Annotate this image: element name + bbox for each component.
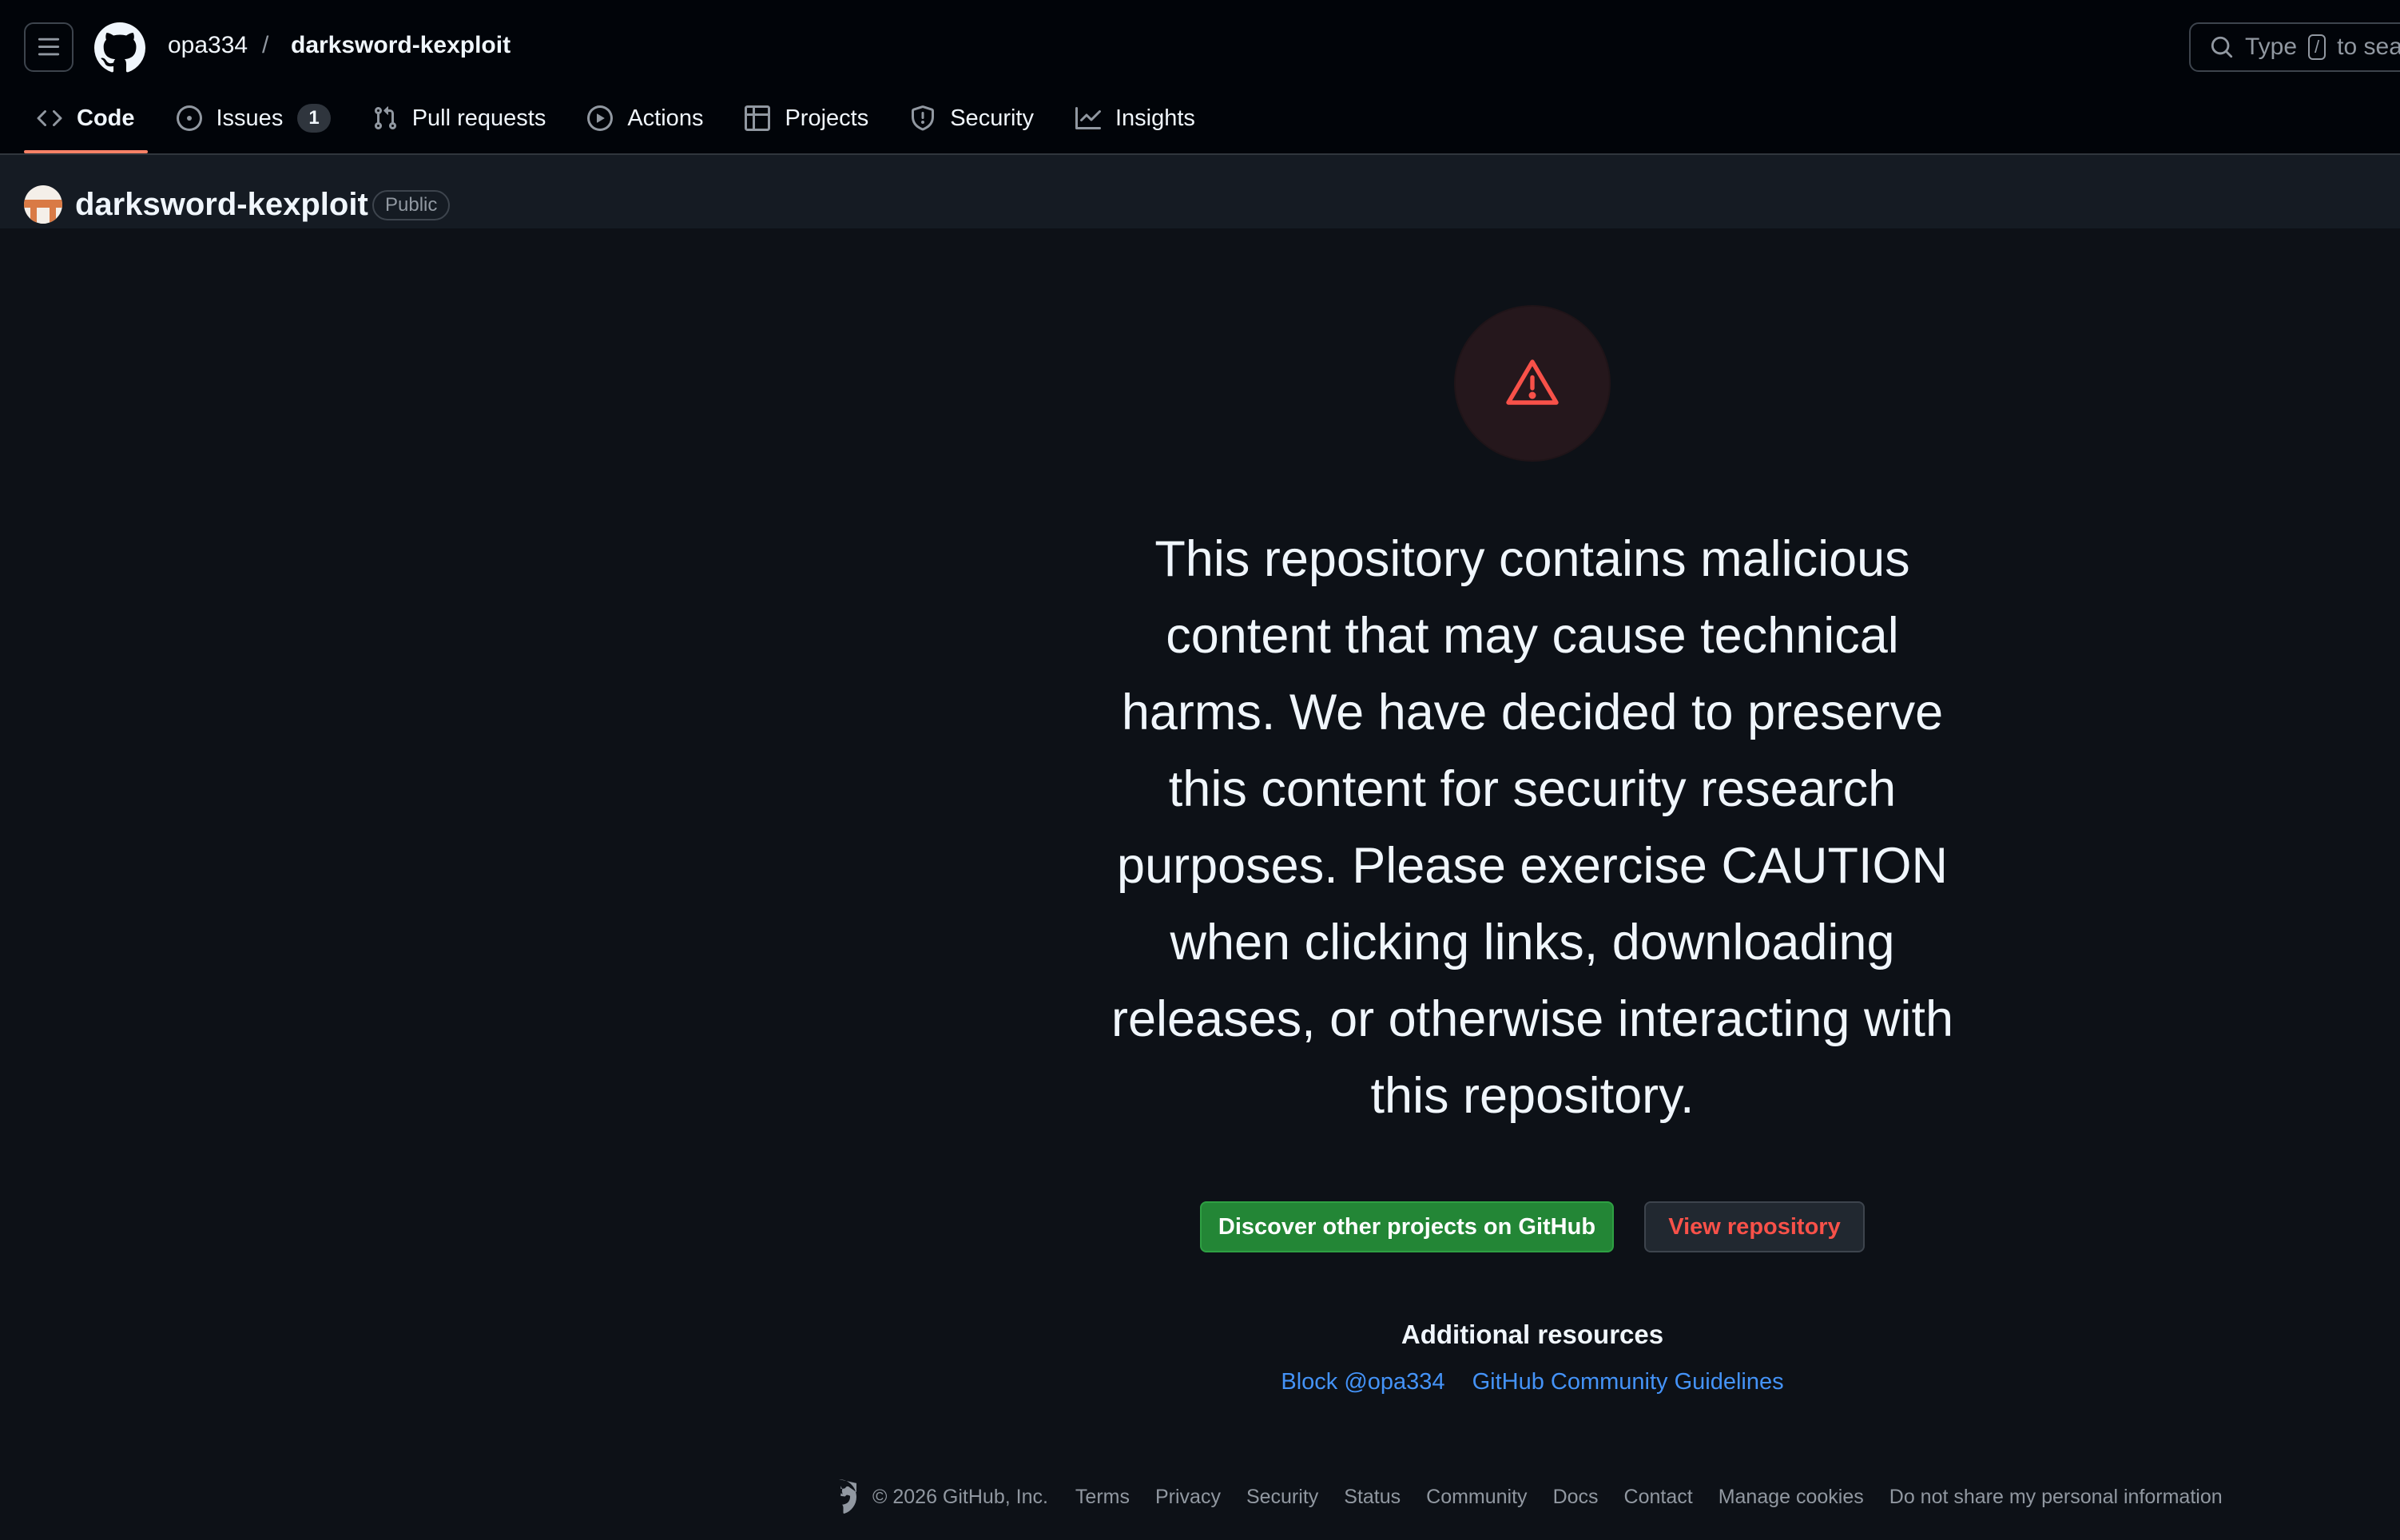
- search-icon: [2211, 36, 2233, 58]
- global-header: opa334 / darksword-kexploit Type / to se…: [0, 0, 2400, 155]
- issues-count-badge: 1: [297, 104, 331, 133]
- discover-projects-button[interactable]: Discover other projects on GitHub: [1200, 1201, 1614, 1252]
- github-mark-icon[interactable]: [821, 1479, 856, 1514]
- tab-security[interactable]: Security: [897, 89, 1047, 147]
- play-icon: [587, 105, 614, 131]
- issue-opened-icon: [176, 105, 202, 131]
- breadcrumb-separator: /: [262, 32, 269, 58]
- tab-projects[interactable]: Projects: [732, 89, 881, 147]
- footer-link-terms[interactable]: Terms: [1075, 1486, 1130, 1509]
- visibility-badge: Public: [372, 190, 451, 220]
- footer-link-status[interactable]: Status: [1344, 1486, 1401, 1509]
- repo-title[interactable]: darksword-kexploit: [75, 187, 368, 223]
- footer-link-do-not-share[interactable]: Do not share my personal information: [1889, 1486, 2223, 1509]
- footer-copyright: © 2026 GitHub, Inc.: [872, 1485, 1048, 1508]
- footer-link-privacy[interactable]: Privacy: [1155, 1486, 1221, 1509]
- warning-badge: [1456, 307, 1609, 460]
- hamburger-icon: [38, 38, 60, 56]
- code-icon: [37, 109, 62, 127]
- tab-security-label: Security: [950, 105, 1034, 131]
- search-placeholder-suffix: to search: [2337, 34, 2400, 60]
- tab-pull-requests[interactable]: Pull requests: [360, 89, 559, 147]
- shield-icon: [912, 105, 935, 131]
- repo-title-bar: darksword-kexploit: [0, 155, 2400, 228]
- breadcrumb-owner[interactable]: opa334: [168, 32, 248, 59]
- graph-icon: [1075, 107, 1101, 129]
- additional-resources-links: Block @opa334 GitHub Community Guideline…: [1198, 1369, 1866, 1395]
- tab-actions-label: Actions: [627, 105, 704, 131]
- tab-insights-label: Insights: [1115, 105, 1195, 131]
- malicious-content-warning: This repository contains malicious conte…: [1111, 531, 1953, 1124]
- search-placeholder-prefix: Type: [2245, 34, 2298, 60]
- tab-code-label: Code: [77, 105, 135, 131]
- owner-avatar[interactable]: [24, 185, 62, 224]
- footer-link-docs[interactable]: Docs: [1553, 1486, 1599, 1509]
- tab-projects-label: Projects: [785, 105, 869, 131]
- tab-actions[interactable]: Actions: [574, 89, 716, 147]
- footer-link-community[interactable]: Community: [1426, 1486, 1527, 1509]
- table-icon: [745, 105, 771, 131]
- search-shortcut-key: /: [2308, 34, 2326, 60]
- view-repository-button[interactable]: View repository: [1644, 1201, 1865, 1252]
- git-pull-request-icon: [374, 106, 396, 130]
- footer-link-contact[interactable]: Contact: [1624, 1486, 1693, 1509]
- additional-resources-heading: Additional resources: [1401, 1320, 1664, 1349]
- avatar-image-icon: [24, 185, 62, 224]
- page-footer: © 2026 GitHub, Inc. Terms Privacy Securi…: [821, 1478, 2248, 1516]
- tab-pull-requests-label: Pull requests: [411, 105, 546, 131]
- tab-insights[interactable]: Insights: [1063, 89, 1208, 147]
- footer-link-security[interactable]: Security: [1246, 1486, 1318, 1509]
- alert-icon: [1506, 359, 1559, 405]
- menu-button[interactable]: [24, 22, 74, 72]
- tab-issues-label: Issues: [216, 105, 284, 131]
- tab-issues[interactable]: Issues 1: [164, 89, 344, 147]
- community-guidelines-link[interactable]: GitHub Community Guidelines: [1472, 1369, 1784, 1395]
- search-input[interactable]: Type / to search: [2189, 22, 2400, 72]
- github-logo-icon[interactable]: [94, 22, 145, 73]
- repo-nav: Code Issues 1 Pull requests Actions Proj…: [24, 89, 1224, 155]
- footer-link-manage-cookies[interactable]: Manage cookies: [1719, 1486, 1864, 1509]
- block-user-link[interactable]: Block @opa334: [1281, 1369, 1444, 1395]
- breadcrumb-repo[interactable]: darksword-kexploit: [291, 32, 511, 59]
- tab-code[interactable]: Code: [24, 89, 148, 153]
